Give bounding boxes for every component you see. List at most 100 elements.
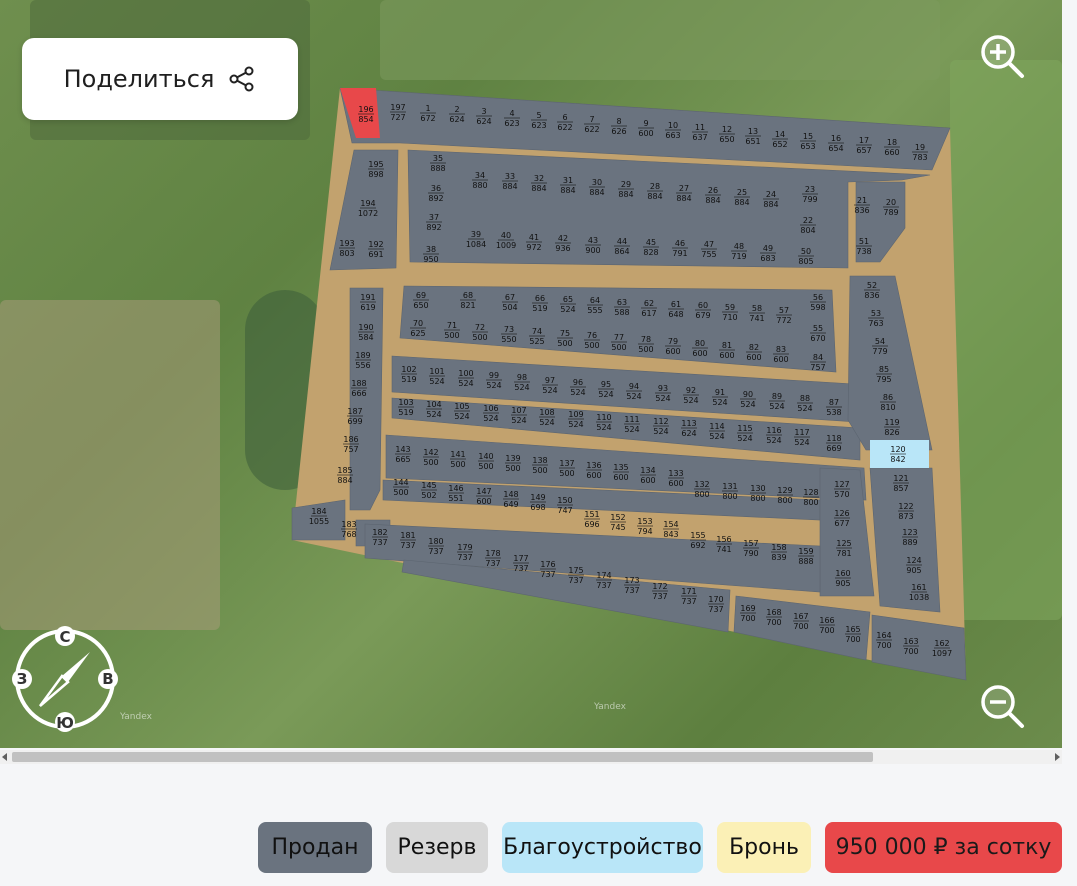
- plot-195[interactable]: 195898: [368, 160, 384, 179]
- plot-196[interactable]: 196854: [358, 105, 374, 124]
- plot-163[interactable]: 163700: [903, 637, 919, 656]
- plot-144[interactable]: 144500: [393, 478, 409, 497]
- plot-181[interactable]: 181737: [400, 531, 416, 550]
- plot-180[interactable]: 180737: [428, 537, 444, 556]
- plot-162[interactable]: 1621097: [932, 639, 952, 658]
- plot-148[interactable]: 148649: [503, 490, 519, 509]
- plot-129[interactable]: 129800: [777, 486, 793, 505]
- plot-168[interactable]: 168700: [766, 608, 782, 627]
- plot-194[interactable]: 1941072: [358, 199, 378, 218]
- plot-167[interactable]: 167700: [793, 612, 809, 631]
- zoom-out-button[interactable]: [978, 682, 1026, 730]
- plot-123[interactable]: 123889: [902, 528, 918, 547]
- plot-179[interactable]: 179737: [457, 543, 473, 562]
- plot-103[interactable]: 103519: [398, 398, 414, 417]
- plot-151[interactable]: 151696: [584, 510, 600, 529]
- plot-143[interactable]: 143665: [395, 445, 411, 464]
- plot-145[interactable]: 145502: [421, 481, 437, 500]
- plot-173[interactable]: 173737: [624, 576, 640, 595]
- plot-118[interactable]: 118669: [826, 434, 842, 453]
- plot-177[interactable]: 177737: [513, 554, 529, 573]
- plot-155[interactable]: 155692: [690, 531, 706, 550]
- plot-154[interactable]: 154843: [663, 520, 679, 539]
- plot-156[interactable]: 156741: [716, 535, 732, 554]
- plot-176[interactable]: 176737: [540, 560, 556, 579]
- plot-137[interactable]: 137500: [559, 459, 575, 478]
- plot-111[interactable]: 111524: [624, 415, 640, 434]
- plot-183[interactable]: 183768: [341, 520, 357, 539]
- plot-150[interactable]: 150747: [557, 496, 573, 515]
- plot-142[interactable]: 142500: [423, 448, 439, 467]
- plot-121[interactable]: 121857: [893, 474, 909, 493]
- plot-125[interactable]: 125781: [836, 539, 852, 558]
- plot-128[interactable]: 128800: [803, 488, 819, 507]
- plot-134[interactable]: 134600: [640, 466, 656, 485]
- plot-116[interactable]: 116524: [766, 426, 782, 445]
- plot-166[interactable]: 166700: [819, 616, 835, 635]
- plot-132[interactable]: 132800: [694, 480, 710, 499]
- plot-149[interactable]: 149698: [530, 493, 546, 512]
- plot-119[interactable]: 119826: [884, 418, 900, 437]
- plot-110[interactable]: 110524: [596, 413, 612, 432]
- plot-189[interactable]: 189556: [355, 351, 371, 370]
- plot-193[interactable]: 193803: [339, 239, 355, 258]
- plot-175[interactable]: 175737: [568, 566, 584, 585]
- plot-186[interactable]: 186757: [343, 435, 359, 454]
- plot-187[interactable]: 187699: [347, 407, 363, 426]
- plot-122[interactable]: 122873: [898, 502, 914, 521]
- plot-108[interactable]: 108524: [539, 408, 555, 427]
- plot-178[interactable]: 178737: [485, 549, 501, 568]
- plot-map[interactable]: 196 854 197 727 1 672 2 624 3 624 4 623 5 623 6 622 7 622…: [0, 0, 1062, 748]
- plot-158[interactable]: 158839: [771, 543, 787, 562]
- plot-160[interactable]: 160905: [835, 569, 851, 588]
- scroll-left-icon[interactable]: [2, 753, 7, 761]
- plot-197[interactable]: 197727: [390, 103, 406, 122]
- plot-171[interactable]: 171737: [681, 587, 697, 606]
- plot-104[interactable]: 104524: [426, 400, 442, 419]
- scrollbar-thumb[interactable]: [12, 752, 873, 762]
- plot-191[interactable]: 191619: [360, 293, 376, 312]
- plot-106[interactable]: 106524: [483, 404, 499, 423]
- plot-141[interactable]: 141500: [450, 450, 466, 469]
- plot-159[interactable]: 159888: [798, 547, 814, 566]
- plot-182[interactable]: 182737: [372, 528, 388, 547]
- plot-139[interactable]: 139500: [505, 454, 521, 473]
- map-scrollbar[interactable]: [0, 750, 1062, 764]
- plot-161[interactable]: 1611038: [909, 583, 929, 602]
- scroll-right-icon[interactable]: [1055, 753, 1060, 761]
- plot-133[interactable]: 133600: [668, 469, 684, 488]
- plot-130[interactable]: 130800: [750, 484, 766, 503]
- plot-117[interactable]: 117524: [794, 428, 810, 447]
- plot-190[interactable]: 190584: [358, 323, 374, 342]
- plot-140[interactable]: 140500: [478, 452, 494, 471]
- plot-107[interactable]: 107524: [511, 406, 527, 425]
- plot-164[interactable]: 164700: [876, 631, 892, 650]
- plot-188[interactable]: 188666: [351, 379, 367, 398]
- plot-147[interactable]: 147600: [476, 487, 492, 506]
- plot-115[interactable]: 115524: [737, 424, 753, 443]
- plot-174[interactable]: 174737: [596, 571, 612, 590]
- plot-192[interactable]: 192691: [368, 240, 384, 259]
- plot-165[interactable]: 165700: [845, 625, 861, 644]
- plot-124[interactable]: 124905: [906, 556, 922, 575]
- plot-135[interactable]: 135600: [613, 463, 629, 482]
- plot-138[interactable]: 138500: [532, 456, 548, 475]
- plot-112[interactable]: 112524: [653, 417, 669, 436]
- plot-114[interactable]: 114524: [709, 422, 725, 441]
- plot-102[interactable]: 102519: [401, 365, 417, 384]
- plot-131[interactable]: 131800: [722, 482, 738, 501]
- plot-172[interactable]: 172737: [652, 582, 668, 601]
- plot-146[interactable]: 146551: [448, 484, 464, 503]
- plot-101[interactable]: 101524: [429, 367, 445, 386]
- plot-152[interactable]: 152745: [610, 513, 626, 532]
- plot-100[interactable]: 100524: [458, 369, 474, 388]
- plot-185[interactable]: 185884: [337, 466, 353, 485]
- plot-126[interactable]: 126677: [834, 509, 850, 528]
- plot-120[interactable]: 120842: [890, 445, 906, 464]
- plot-157[interactable]: 157790: [743, 539, 759, 558]
- zoom-in-button[interactable]: [978, 32, 1026, 80]
- plot-136[interactable]: 136600: [586, 461, 602, 480]
- share-button[interactable]: Поделиться: [22, 38, 298, 120]
- plot-153[interactable]: 153794: [637, 517, 653, 536]
- plot-169[interactable]: 169700: [740, 604, 756, 623]
